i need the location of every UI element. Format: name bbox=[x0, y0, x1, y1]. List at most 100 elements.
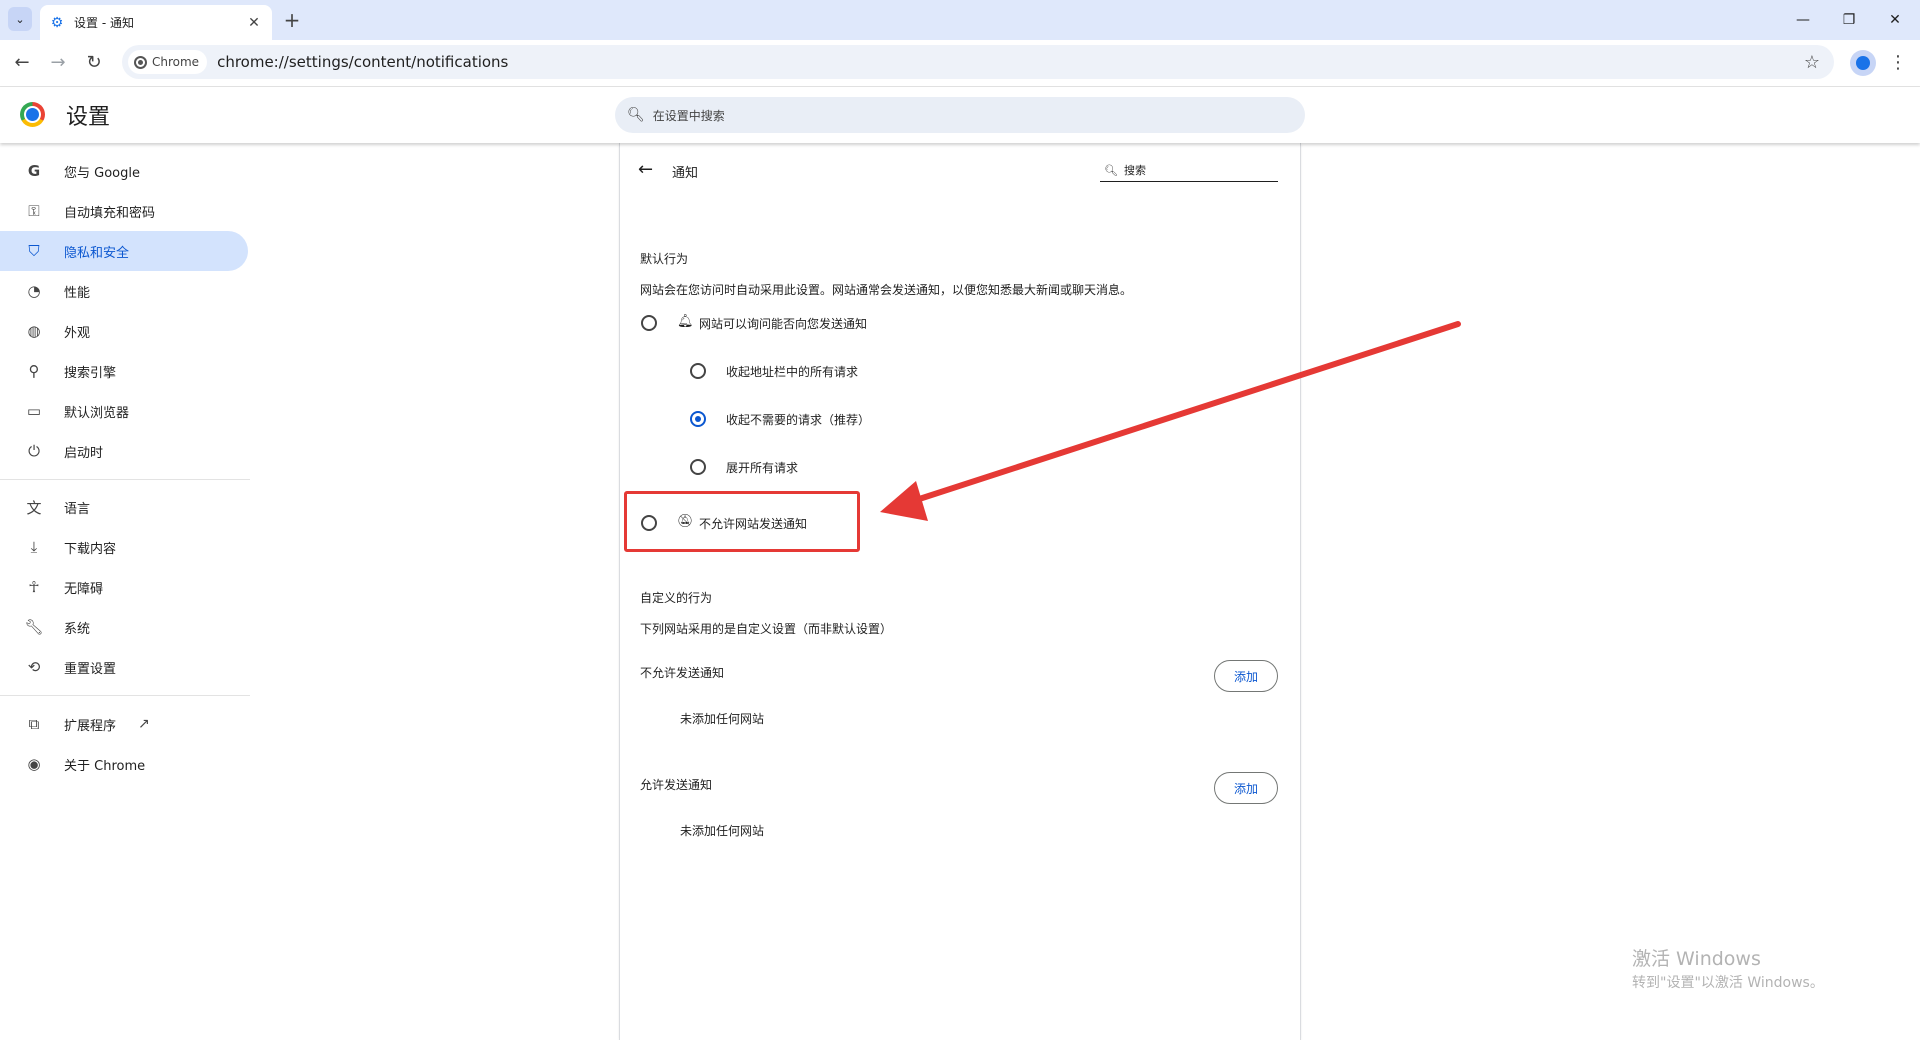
person-icon bbox=[1856, 56, 1870, 70]
annotation-highlight-box bbox=[624, 491, 860, 552]
restore-button[interactable]: ❐ bbox=[1826, 4, 1872, 36]
option-collapse-unwanted-label: 收起不需要的请求（推荐） bbox=[726, 413, 871, 427]
settings-sidebar: G 您与 Google ⚿ 自动填充和密码 ⛉ 隐私和安全 ◔ 性能 ◍ 外观 … bbox=[0, 143, 260, 1040]
sidebar-item-label: 性能 bbox=[64, 285, 91, 301]
sidebar-item-default-browser[interactable]: ▭ 默认浏览器 bbox=[0, 391, 248, 431]
blocked-empty-note: 未添加任何网站 bbox=[680, 712, 765, 726]
forward-button[interactable]: → bbox=[44, 48, 72, 76]
tab-strip: ⌄ ⚙ 设置 - 通知 ✕ + — ❐ ✕ bbox=[0, 0, 1920, 40]
custom-behavior-description: 下列网站采用的是自定义设置（而非默认设置） bbox=[640, 622, 893, 636]
sidebar-item-privacy[interactable]: ⛉ 隐私和安全 bbox=[0, 231, 248, 271]
default-behavior-description: 网站会在您访问时自动采用此设置。网站通常会发送通知，以便您知悉最大新闻或聊天消息… bbox=[640, 283, 1133, 297]
add-allowed-site-button[interactable]: 添加 bbox=[1214, 772, 1278, 804]
sidebar-item-label: 无障碍 bbox=[64, 581, 104, 597]
url-text[interactable]: chrome://settings/content/notifications bbox=[217, 53, 508, 71]
sidebar-item-label: 关于 Chrome bbox=[64, 758, 146, 774]
sidebar-item-label: 隐私和安全 bbox=[64, 245, 130, 261]
reset-icon: ⟲ bbox=[27, 658, 41, 676]
sidebar-item-search-engine[interactable]: ⚲ 搜索引擎 bbox=[0, 351, 248, 391]
back-button[interactable]: ← bbox=[8, 48, 36, 76]
sidebar-item-label: 重置设置 bbox=[64, 661, 117, 677]
activation-watermark-title: 激活 Windows bbox=[1632, 948, 1761, 970]
sidebar-item-performance[interactable]: ◔ 性能 bbox=[0, 271, 248, 311]
tab-title: 设置 - 通知 bbox=[74, 16, 134, 30]
radio-collapse-all[interactable] bbox=[690, 363, 706, 379]
activation-watermark-subtitle: 转到"设置"以激活 Windows。 bbox=[1632, 975, 1824, 991]
search-icon: 🔍︎ bbox=[1104, 163, 1118, 177]
radio-expand-all[interactable] bbox=[690, 459, 706, 475]
sidebar-item-label: 自动填充和密码 bbox=[64, 205, 156, 221]
settings-search-input[interactable]: 🔍︎ 在设置中搜索 bbox=[615, 97, 1305, 133]
new-tab-button[interactable]: + bbox=[280, 8, 304, 32]
custom-behavior-title: 自定义的行为 bbox=[640, 591, 713, 605]
radio-collapse-unwanted[interactable] bbox=[690, 411, 706, 427]
browser-window-icon: ▭ bbox=[26, 402, 42, 420]
sidebar-item-reset[interactable]: ⟲ 重置设置 bbox=[0, 647, 248, 687]
speedometer-icon: ◔ bbox=[27, 282, 41, 300]
sidebar-item-languages[interactable]: 文 语言 bbox=[0, 487, 248, 527]
puzzle-icon: ⧉ bbox=[28, 715, 40, 733]
close-window-button[interactable]: ✕ bbox=[1872, 4, 1918, 36]
site-chip-label: Chrome bbox=[152, 55, 200, 69]
option-ask-label: 网站可以询问能否向您发送通知 bbox=[699, 317, 868, 331]
sidebar-item-label: 搜索引擎 bbox=[64, 365, 117, 381]
card-title: 通知 bbox=[672, 166, 699, 181]
reload-button[interactable]: ↻ bbox=[80, 48, 108, 76]
notifications-search-input[interactable]: 🔍︎ 搜索 bbox=[1100, 159, 1278, 182]
sidebar-item-label: 启动时 bbox=[64, 445, 104, 461]
search-label: 搜索 bbox=[1123, 164, 1146, 177]
address-bar[interactable]: Chrome chrome://settings/content/notific… bbox=[122, 45, 1834, 79]
sidebar-item-label: 外观 bbox=[64, 325, 91, 341]
chrome-logo-icon bbox=[20, 102, 45, 127]
back-arrow-icon[interactable]: ← bbox=[638, 159, 653, 180]
accessibility-icon: ☥ bbox=[28, 578, 40, 596]
sidebar-item-downloads[interactable]: ⤓ 下载内容 bbox=[0, 527, 248, 567]
sidebar-item-you-and-google[interactable]: G 您与 Google bbox=[0, 151, 248, 191]
google-g-icon: G bbox=[27, 162, 41, 180]
page-title: 设置 bbox=[66, 105, 111, 130]
sidebar-item-label: 扩展程序 bbox=[64, 718, 117, 734]
radio-ask[interactable] bbox=[641, 315, 657, 331]
site-info-chip[interactable]: Chrome bbox=[128, 50, 208, 74]
sidebar-item-about-chrome[interactable]: ◉ 关于 Chrome bbox=[0, 744, 248, 784]
open-in-new-icon: ↗ bbox=[138, 716, 150, 732]
allowed-sites-title: 允许发送通知 bbox=[640, 778, 713, 792]
minimize-button[interactable]: — bbox=[1780, 4, 1826, 36]
tab-search-dropdown-button[interactable]: ⌄ bbox=[8, 7, 32, 31]
sidebar-item-autofill[interactable]: ⚿ 自动填充和密码 bbox=[0, 191, 248, 231]
sidebar-item-appearance[interactable]: ◍ 外观 bbox=[0, 311, 248, 351]
settings-gear-icon: ⚙ bbox=[50, 14, 64, 31]
sidebar-item-extensions[interactable]: ⧉ 扩展程序 ↗ bbox=[0, 704, 248, 744]
option-expand-all-label: 展开所有请求 bbox=[726, 461, 799, 475]
wrench-icon: 🔧︎ bbox=[24, 618, 44, 636]
chrome-icon bbox=[134, 55, 147, 69]
search-icon: 🔍︎ bbox=[627, 107, 645, 123]
search-placeholder: 在设置中搜索 bbox=[652, 108, 725, 123]
option-collapse-all-label: 收起地址栏中的所有请求 bbox=[726, 365, 859, 379]
default-behavior-title: 默认行为 bbox=[640, 252, 689, 266]
sidebar-divider bbox=[0, 479, 250, 480]
more-menu-icon[interactable]: ⋮ bbox=[1886, 48, 1910, 76]
close-tab-icon[interactable]: ✕ bbox=[244, 13, 264, 33]
sidebar-item-label: 系统 bbox=[64, 621, 91, 637]
shield-icon: ⛉ bbox=[28, 242, 40, 260]
profile-avatar[interactable] bbox=[1850, 50, 1876, 76]
sidebar-item-label: 下载内容 bbox=[64, 541, 117, 557]
blocked-sites-title: 不允许发送通知 bbox=[640, 666, 725, 680]
download-icon: ⤓ bbox=[30, 538, 38, 556]
active-tab[interactable]: ⚙ 设置 - 通知 ✕ bbox=[40, 5, 272, 40]
power-icon: ⏻ bbox=[28, 442, 40, 460]
add-blocked-site-button[interactable]: 添加 bbox=[1214, 660, 1278, 692]
bell-icon: 🔔︎ bbox=[677, 314, 694, 329]
notifications-card: ← 通知 🔍︎ 搜索 默认行为 网站会在您访问时自动采用此设置。网站通常会发送通… bbox=[620, 143, 1300, 1040]
sidebar-item-label: 语言 bbox=[64, 501, 91, 517]
sidebar-item-on-startup[interactable]: ⏻ 启动时 bbox=[0, 431, 248, 471]
sidebar-item-label: 默认浏览器 bbox=[64, 405, 130, 421]
settings-header: 设置 🔍︎ 在设置中搜索 bbox=[0, 87, 1920, 143]
chrome-icon: ◉ bbox=[27, 755, 41, 773]
sidebar-item-system[interactable]: 🔧︎ 系统 bbox=[0, 607, 248, 647]
bookmark-star-icon[interactable]: ☆ bbox=[1804, 45, 1820, 79]
allowed-empty-note: 未添加任何网站 bbox=[680, 824, 765, 838]
sidebar-item-label: 您与 Google bbox=[64, 165, 140, 181]
sidebar-item-accessibility[interactable]: ☥ 无障碍 bbox=[0, 567, 248, 607]
